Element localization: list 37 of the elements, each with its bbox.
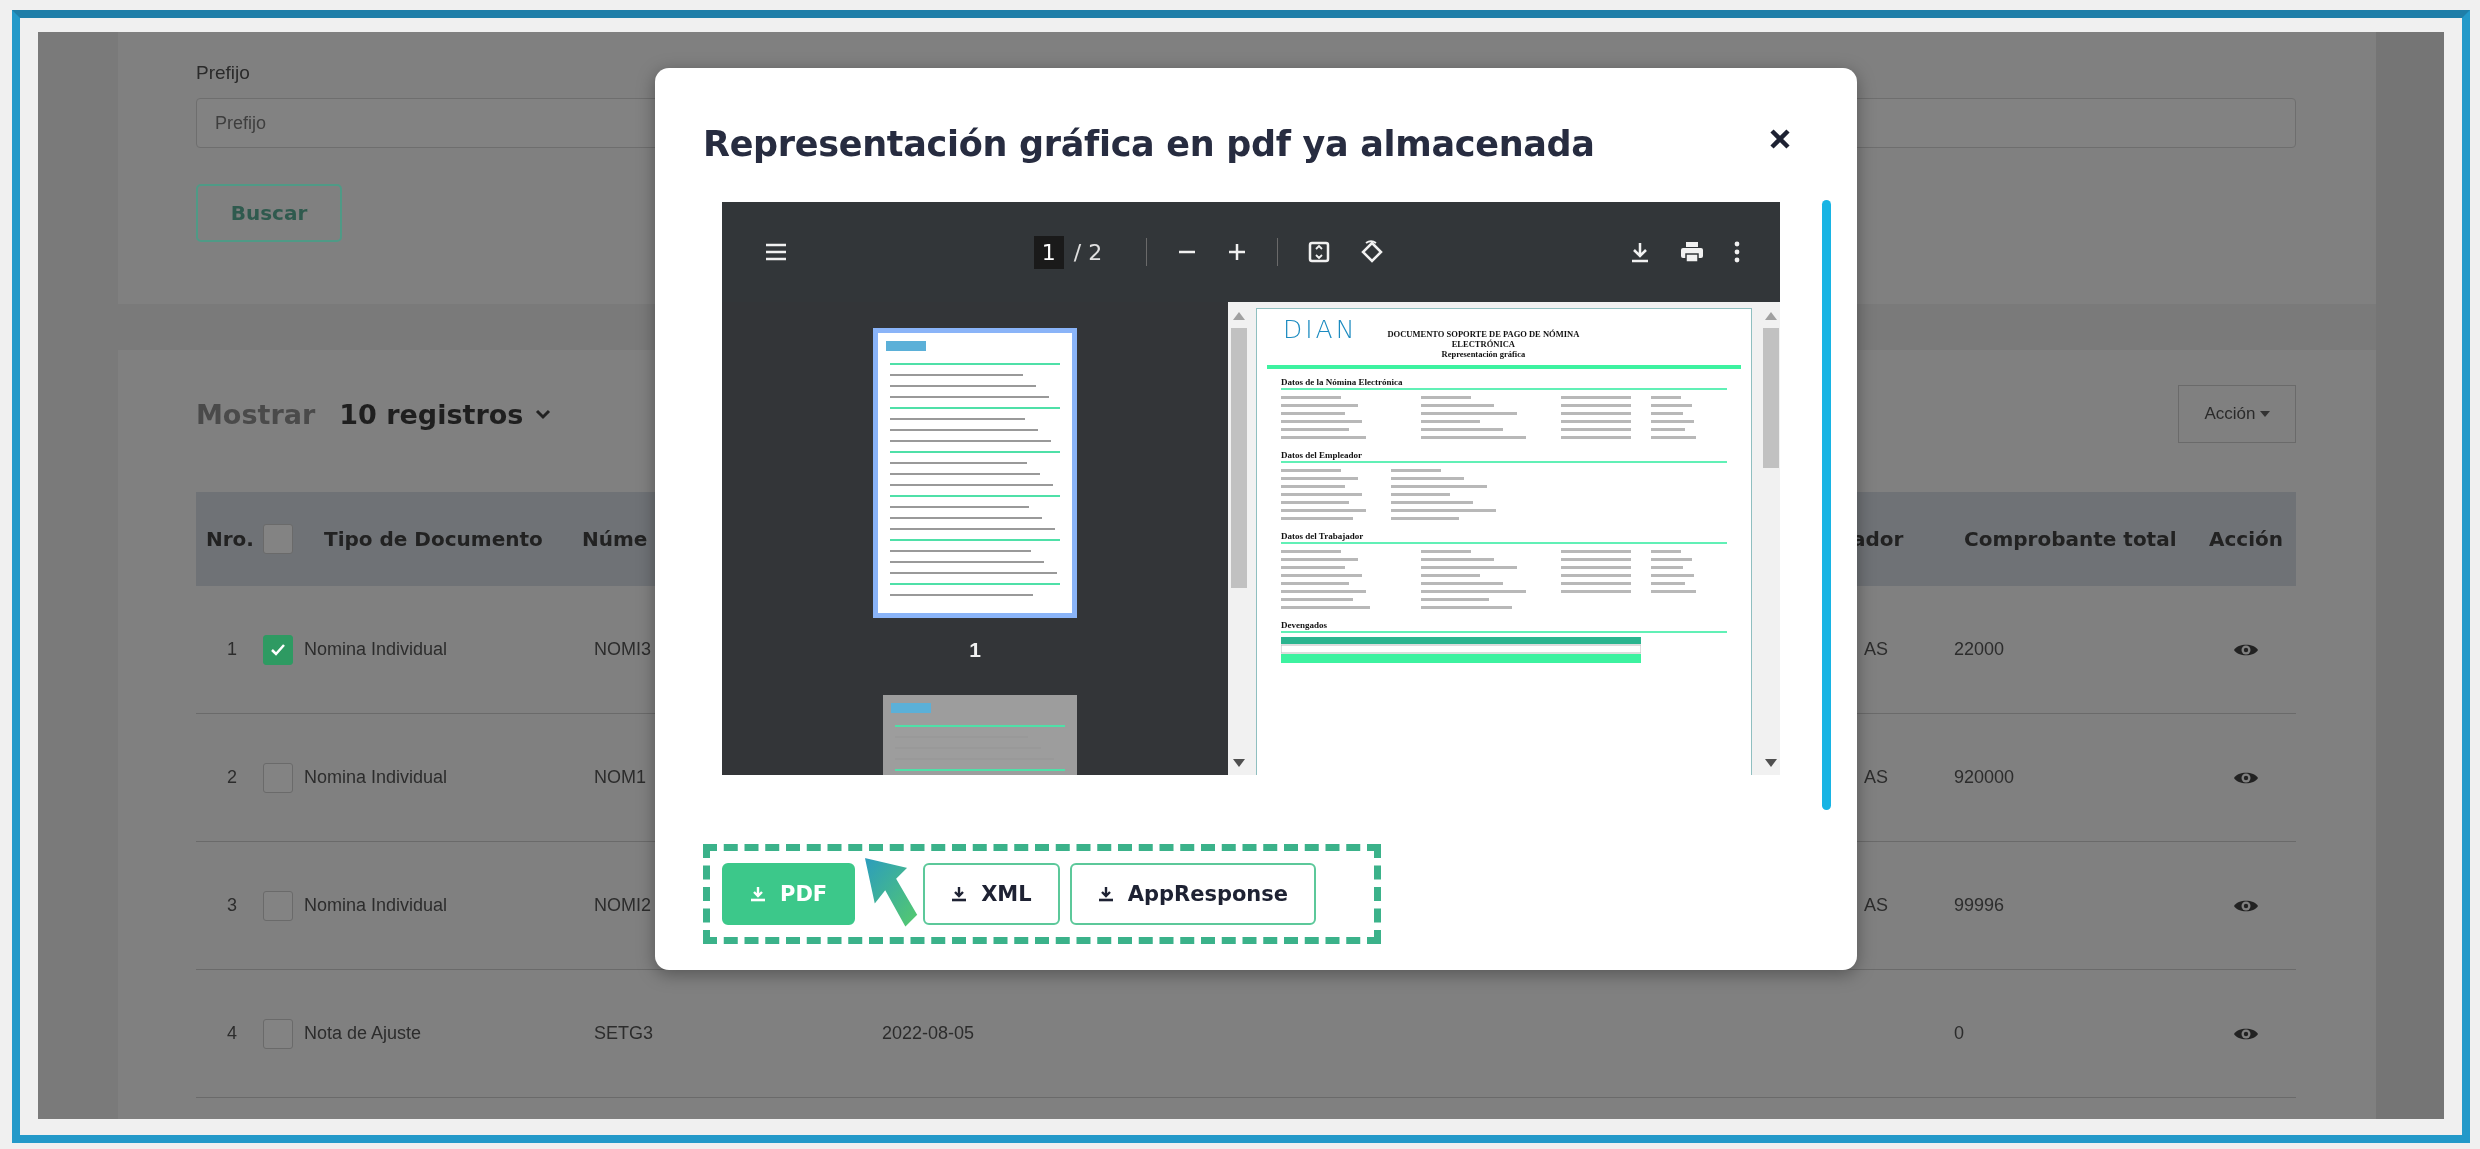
table-cell: Nomina Individual [304, 767, 448, 788]
section-heading: Datos de la Nómina Electrónica [1281, 377, 1727, 390]
document-title: DOCUMENTO SOPORTE DE PAGO DE NÓMINA [1387, 329, 1580, 339]
section-heading: Datos del Empleador [1281, 450, 1727, 463]
section-heading: Datos del Trabajador [1281, 531, 1727, 544]
table-cell: Nomina Individual [304, 639, 448, 660]
table-cell: AS [1864, 895, 1888, 916]
column-header: Tipo de Documento [324, 527, 543, 551]
modal-title: Representación gráfica en pdf ya almacenada [703, 124, 1595, 164]
section-heading: Devengados [1281, 620, 1727, 633]
dian-logo: DIAN [1282, 315, 1358, 342]
table-cell: 22000 [1954, 639, 2005, 660]
thumbnail-label: 1 [969, 638, 981, 662]
table-cell: NOM1 [594, 767, 646, 788]
table-cell: Nota de Ajuste [304, 1023, 422, 1044]
table-cell: NOMI2 [594, 895, 651, 916]
table-cell: 99996 [1954, 895, 2005, 916]
table-cell: 1 [227, 639, 237, 660]
table-cell: 2 [227, 767, 237, 788]
table-cell: AS [1864, 639, 1888, 660]
table-cell: NOMI3 [594, 639, 651, 660]
column-header: Comprobante total [1964, 527, 2177, 551]
table-cell: Nomina Individual [304, 895, 448, 916]
table-cell: 920000 [1954, 767, 2015, 788]
table-cell: 2022-08-05 [882, 1023, 975, 1044]
document-title: ELECTRÓNICA [1451, 339, 1515, 349]
column-header: Nro. [206, 527, 254, 551]
table-cell: 3 [227, 895, 237, 916]
table-cell: 0 [1954, 1023, 1964, 1044]
field-label: Prefijo [196, 62, 251, 84]
table-cell: AS [1864, 767, 1888, 788]
table-cell: SETG3 [594, 1023, 654, 1044]
document-title: Representación gráfica [1441, 349, 1526, 359]
table-cell: 4 [227, 1023, 237, 1044]
page-total: / 2 [1073, 239, 1103, 265]
column-header: Núme [582, 527, 648, 551]
column-header: Acción [2209, 527, 2283, 551]
